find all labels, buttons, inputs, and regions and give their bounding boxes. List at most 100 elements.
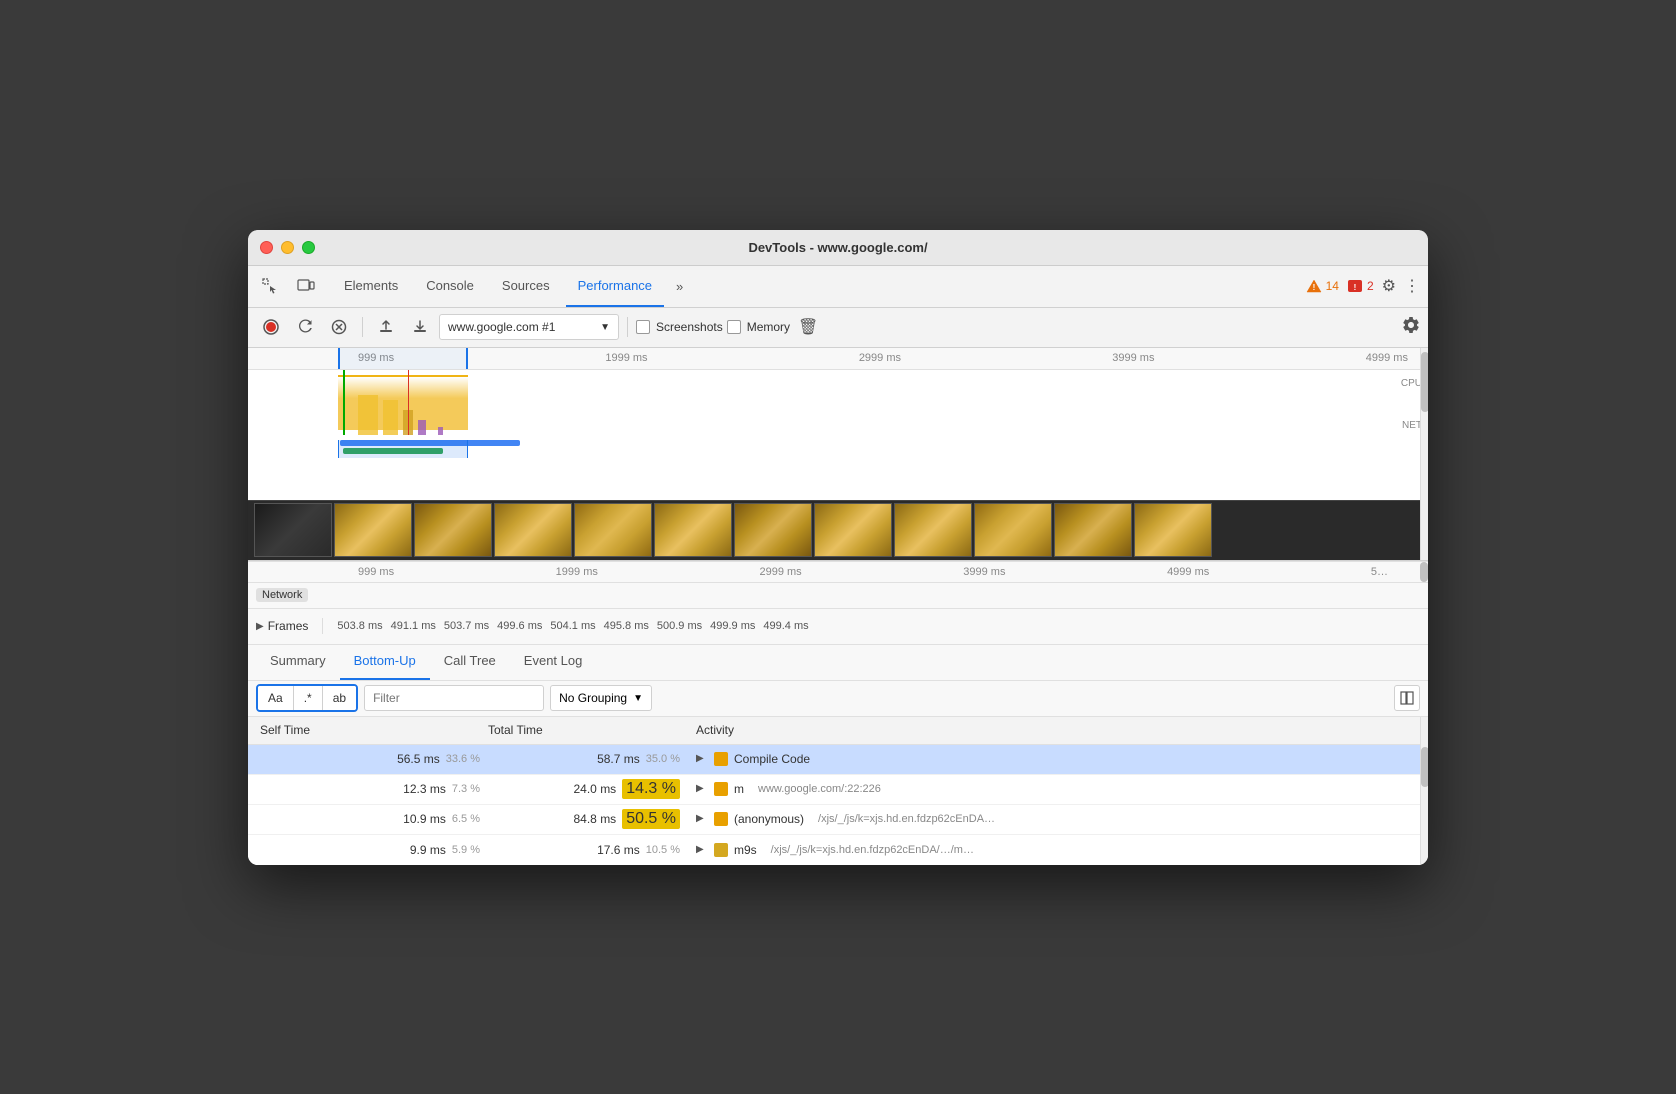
- screenshots-checkbox[interactable]: [636, 320, 650, 334]
- tab-call-tree[interactable]: Call Tree: [430, 644, 510, 680]
- svg-text:!: !: [1354, 283, 1357, 292]
- filter-whole-word-button[interactable]: ab: [323, 684, 356, 712]
- maximize-button[interactable]: [302, 241, 315, 254]
- activity-cell-3: ▶ m9s /xjs/_/js/k=xjs.hd.en.fdzp62cEnDA/…: [688, 843, 1428, 857]
- table-scrollbar-thumb[interactable]: [1421, 747, 1428, 787]
- title-bar: DevTools - www.google.com/: [248, 230, 1428, 266]
- device-toggle-icon[interactable]: [292, 272, 320, 300]
- screenshot-3: [414, 503, 492, 557]
- activity-cell-1: ▶ m www.google.com/:22:226: [688, 782, 1428, 796]
- timeline-selection[interactable]: [338, 348, 468, 369]
- screenshots-checkbox-label[interactable]: Screenshots: [636, 320, 723, 334]
- separator-1: [362, 317, 363, 337]
- screenshot-12: [1134, 503, 1212, 557]
- timeline-scrollbar-thumb[interactable]: [1421, 352, 1428, 412]
- activity-url-1: www.google.com/:22:226: [758, 783, 881, 795]
- error-badge[interactable]: ! 2: [1347, 279, 1374, 293]
- screenshot-7: [734, 503, 812, 557]
- dropdown-arrow-icon: ▼: [600, 322, 610, 333]
- grouping-selector[interactable]: No Grouping ▼: [550, 685, 652, 711]
- bottom-ruler-4999: 4999 ms: [1167, 566, 1209, 578]
- warning-badge[interactable]: ! 14: [1306, 279, 1339, 293]
- table-scrollbar[interactable]: [1420, 717, 1428, 865]
- timeline-scrollbar[interactable]: [1420, 348, 1428, 560]
- activity-url-2: /xjs/_/js/k=xjs.hd.en.fdzp62cEnDA…: [818, 813, 995, 825]
- timeline-playhead: [408, 370, 409, 435]
- screenshot-9: [894, 503, 972, 557]
- header-self-time: Self Time: [248, 723, 488, 737]
- more-options-icon[interactable]: ⋮: [1404, 276, 1420, 296]
- devtools-settings-icon[interactable]: ⚙: [1382, 276, 1396, 296]
- screenshot-11: [1054, 503, 1132, 557]
- screenshot-4: [494, 503, 572, 557]
- filter-bar: Aa .* ab No Grouping ▼: [248, 681, 1428, 717]
- collapse-panel-button[interactable]: [1394, 685, 1420, 711]
- screenshots-strip: [248, 500, 1428, 560]
- screenshot-8: [814, 503, 892, 557]
- table-row[interactable]: 12.3 ms 7.3 % 24.0 ms 14.3 % ▶ m www.goo…: [248, 775, 1428, 805]
- activity-cell-2: ▶ (anonymous) /xjs/_/js/k=xjs.hd.en.fdzp…: [688, 812, 1428, 826]
- settings-button[interactable]: [1402, 316, 1420, 339]
- self-time-cell-3: 9.9 ms 5.9 %: [248, 843, 488, 857]
- ruler-mark-2999: 2999 ms: [859, 352, 901, 364]
- filter-input[interactable]: [364, 685, 544, 711]
- expand-icon-2[interactable]: ▶: [696, 813, 708, 825]
- minimize-button[interactable]: [281, 241, 294, 254]
- memory-checkbox[interactable]: [727, 320, 741, 334]
- expand-icon-1[interactable]: ▶: [696, 783, 708, 795]
- bottom-ruler-5x: 5…: [1371, 566, 1388, 578]
- screenshot-2: [334, 503, 412, 557]
- filter-match-case-button[interactable]: Aa: [258, 684, 294, 712]
- tab-performance[interactable]: Performance: [566, 265, 664, 307]
- frame-time-4: 504.1 ms: [550, 620, 595, 632]
- tab-summary[interactable]: Summary: [256, 644, 340, 680]
- cpu-net-graph: CPU NET: [248, 370, 1428, 500]
- activity-icon-3: [714, 843, 728, 857]
- upload-button[interactable]: [371, 312, 401, 342]
- frame-time-1: 491.1 ms: [391, 620, 436, 632]
- activity-name-0: Compile Code: [734, 752, 810, 766]
- table-row[interactable]: 9.9 ms 5.9 % 17.6 ms 10.5 % ▶ m9s /xjs/_…: [248, 835, 1428, 865]
- download-button[interactable]: [405, 312, 435, 342]
- frame-time-8: 499.4 ms: [763, 620, 808, 632]
- activity-icon-0: [714, 752, 728, 766]
- filter-regex-button[interactable]: .*: [294, 684, 323, 712]
- bottom-ruler-999: 999 ms: [358, 566, 394, 578]
- frames-expand[interactable]: ▶ Frames: [256, 619, 308, 633]
- tab-more[interactable]: »: [668, 279, 691, 294]
- frames-label: Frames: [268, 619, 309, 633]
- performance-toolbar: www.google.com #1 ▼ Screenshots Memory 🗑: [248, 308, 1428, 348]
- tab-sources[interactable]: Sources: [490, 265, 562, 307]
- close-button[interactable]: [260, 241, 273, 254]
- clear-button[interactable]: [324, 312, 354, 342]
- bottom-scrollbar-thumb[interactable]: [1420, 562, 1428, 582]
- refresh-record-button[interactable]: [290, 312, 320, 342]
- window-title: DevTools - www.google.com/: [748, 240, 927, 255]
- activity-name-2: (anonymous): [734, 812, 804, 826]
- expand-icon-0[interactable]: ▶: [696, 753, 708, 765]
- tab-console[interactable]: Console: [414, 265, 486, 307]
- network-label-text[interactable]: Network: [256, 588, 308, 602]
- memory-checkbox-label[interactable]: Memory: [727, 320, 790, 334]
- self-time-cell-0: 56.5 ms 33.6 %: [248, 752, 488, 766]
- total-time-cell-1: 24.0 ms 14.3 %: [488, 779, 688, 799]
- data-table-container: Self Time Total Time Activity 56.5 ms 33…: [248, 717, 1428, 865]
- total-time-cell-0: 58.7 ms 35.0 %: [488, 752, 688, 766]
- cursor-icon[interactable]: [256, 272, 284, 300]
- traffic-lights: [260, 241, 315, 254]
- frame-time-5: 495.8 ms: [604, 620, 649, 632]
- activity-icon-1: [714, 782, 728, 796]
- table-row[interactable]: 10.9 ms 6.5 % 84.8 ms 50.5 % ▶ (anonymou…: [248, 805, 1428, 835]
- record-button[interactable]: [256, 312, 286, 342]
- expand-icon-3[interactable]: ▶: [696, 844, 708, 856]
- delete-recording-button[interactable]: 🗑: [798, 317, 818, 337]
- table-row[interactable]: 56.5 ms 33.6 % 58.7 ms 35.0 % ▶ Compile …: [248, 745, 1428, 775]
- tab-elements[interactable]: Elements: [332, 265, 410, 307]
- devtools-body: Elements Console Sources Performance » !…: [248, 266, 1428, 865]
- net-bars: [338, 440, 1408, 458]
- url-selector[interactable]: www.google.com #1 ▼: [439, 314, 619, 340]
- tab-bottom-up[interactable]: Bottom-Up: [340, 644, 430, 680]
- tab-event-log[interactable]: Event Log: [510, 644, 597, 680]
- cpu-bars: [338, 370, 1408, 435]
- activity-cell-0: ▶ Compile Code: [688, 752, 1428, 766]
